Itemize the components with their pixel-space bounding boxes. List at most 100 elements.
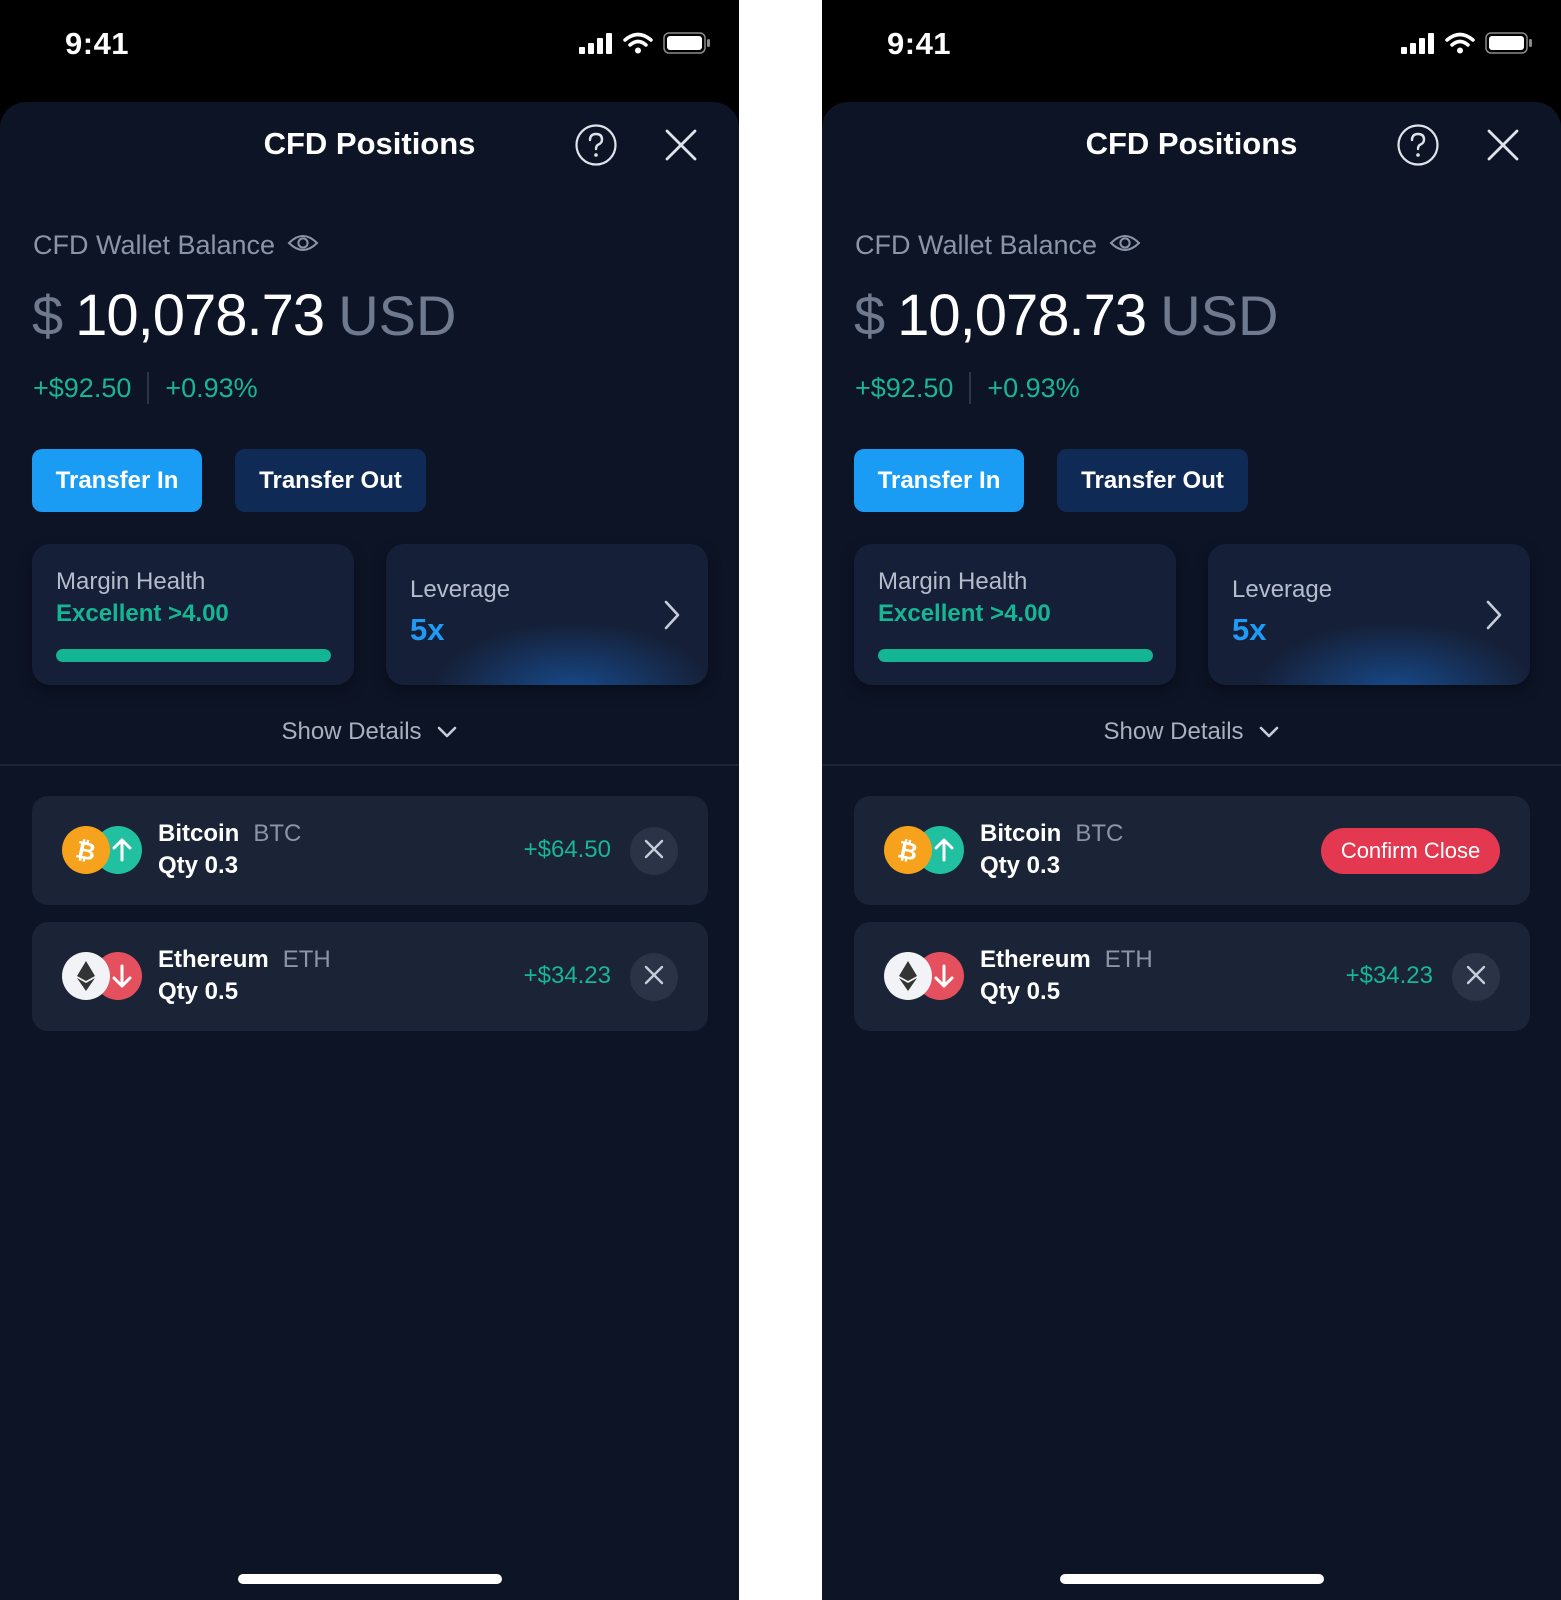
battery-icon [1485, 31, 1533, 60]
wallet-balance: $ 10,078.73 USD [32, 282, 456, 349]
change-percent: +0.93% [987, 372, 1080, 403]
wifi-icon [623, 32, 653, 59]
balance-amount: 10,078.73 [897, 283, 1147, 348]
position-row-btc[interactable]: ₿ Bitcoin BTC Qty 0.3 Confirm Close [854, 796, 1530, 905]
position-asset-name: Ethereum [980, 946, 1091, 973]
bitcoin-icon: ₿ [62, 826, 110, 874]
margin-health-label: Margin Health [878, 568, 1028, 595]
position-symbol: ETH [1104, 946, 1153, 973]
position-qty: Qty 0.5 [158, 978, 239, 1005]
leverage-card[interactable]: Leverage 5x [1208, 544, 1530, 685]
sheet-header: CFD Positions [822, 102, 1561, 190]
position-row-eth[interactable]: Ethereum ETH Qty 0.5 +$34.23 [32, 922, 708, 1031]
wallet-balance: $ 10,078.73 USD [854, 282, 1278, 349]
help-button[interactable] [574, 123, 618, 167]
position-pnl: +$64.50 [523, 836, 611, 863]
position-pnl: +$34.23 [1345, 962, 1433, 989]
sheet-header: CFD Positions [0, 102, 739, 190]
close-position-button[interactable] [630, 827, 678, 875]
coin-icon-group [884, 952, 966, 1002]
position-asset-name: Bitcoin [980, 820, 1062, 847]
status-time: 9:41 [65, 26, 130, 61]
chevron-right-icon [660, 598, 684, 632]
leverage-label: Leverage [410, 576, 511, 603]
margin-health-card: Margin Health Excellent >4.00 [854, 544, 1176, 685]
question-circle-icon [1396, 124, 1440, 171]
bitcoin-icon: ₿ [884, 826, 932, 874]
close-sheet-button[interactable] [1486, 128, 1520, 162]
balance-unit: USD [338, 284, 457, 347]
change-divider [969, 372, 972, 404]
phone-screen-right: 9:41 CFD Positions CFD Wallet Balance $ … [822, 0, 1561, 1600]
signal-icon [579, 32, 613, 59]
question-circle-icon [574, 124, 618, 171]
change-amount: +$92.50 [855, 372, 954, 403]
transfer-in-button[interactable]: Transfer In [32, 449, 202, 512]
chevron-down-icon [436, 718, 458, 746]
margin-health-bar [56, 649, 331, 662]
status-icons [1401, 31, 1533, 60]
leverage-card[interactable]: Leverage 5x [386, 544, 708, 685]
show-details-toggle[interactable]: Show Details [822, 718, 1561, 746]
home-indicator[interactable] [238, 1574, 502, 1584]
position-symbol: BTC [253, 820, 302, 847]
position-qty: Qty 0.5 [980, 978, 1061, 1005]
positions-sheet: CFD Positions CFD Wallet Balance $ 10,07… [0, 102, 739, 1600]
status-icons [579, 31, 711, 60]
status-time: 9:41 [887, 26, 952, 61]
balance-label-row: CFD Wallet Balance [855, 230, 1141, 261]
chevron-right-icon [1482, 598, 1506, 632]
section-divider [0, 764, 739, 766]
position-row-eth[interactable]: Ethereum ETH Qty 0.5 +$34.23 [854, 922, 1530, 1031]
show-details-label: Show Details [1103, 718, 1244, 745]
eye-icon[interactable] [287, 230, 319, 261]
svg-text:₿: ₿ [895, 835, 920, 866]
change-amount: +$92.50 [33, 372, 132, 403]
margin-health-status: Excellent >4.00 [878, 600, 1051, 627]
balance-amount: 10,078.73 [75, 283, 325, 348]
eye-icon[interactable] [1109, 230, 1141, 261]
position-asset-name: Ethereum [158, 946, 269, 973]
position-symbol: ETH [282, 946, 331, 973]
status-bar: 9:41 [822, 0, 1561, 100]
ethereum-icon [62, 952, 110, 1000]
position-name: Bitcoin BTC [158, 820, 301, 848]
balance-label-row: CFD Wallet Balance [33, 230, 319, 261]
position-qty: Qty 0.3 [980, 852, 1061, 879]
page-title: CFD Positions [1085, 126, 1298, 161]
position-pnl: +$34.23 [523, 962, 611, 989]
change-divider [147, 372, 150, 404]
close-position-button[interactable] [630, 953, 678, 1001]
x-close-icon [1486, 129, 1520, 166]
ethereum-icon [884, 952, 932, 1000]
margin-health-label: Margin Health [56, 568, 206, 595]
battery-icon [663, 31, 711, 60]
x-close-icon [664, 129, 698, 166]
transfer-in-button[interactable]: Transfer In [854, 449, 1024, 512]
balance-unit: USD [1160, 284, 1279, 347]
position-qty: Qty 0.3 [158, 852, 239, 879]
margin-health-bar-fill [56, 649, 331, 662]
margin-health-card: Margin Health Excellent >4.00 [32, 544, 354, 685]
position-symbol: BTC [1075, 820, 1124, 847]
margin-health-status: Excellent >4.00 [56, 600, 229, 627]
coin-icon-group: ₿ [62, 826, 144, 876]
section-divider [822, 764, 1561, 766]
margin-health-bar-fill [878, 649, 1153, 662]
balance-currency-symbol: $ [32, 284, 64, 347]
leverage-value: 5x [410, 612, 445, 647]
help-button[interactable] [1396, 123, 1440, 167]
close-sheet-button[interactable] [664, 128, 698, 162]
transfer-out-button[interactable]: Transfer Out [1057, 449, 1248, 512]
home-indicator[interactable] [1060, 1574, 1324, 1584]
confirm-close-button[interactable]: Confirm Close [1321, 828, 1500, 874]
x-close-icon [644, 965, 664, 990]
svg-text:₿: ₿ [73, 835, 98, 866]
margin-health-bar [878, 649, 1153, 662]
balance-label: CFD Wallet Balance [33, 230, 276, 260]
wifi-icon [1445, 32, 1475, 59]
show-details-toggle[interactable]: Show Details [0, 718, 739, 746]
close-position-button[interactable] [1452, 953, 1500, 1001]
transfer-out-button[interactable]: Transfer Out [235, 449, 426, 512]
position-row-btc[interactable]: ₿ Bitcoin BTC Qty 0.3 +$64.50 [32, 796, 708, 905]
